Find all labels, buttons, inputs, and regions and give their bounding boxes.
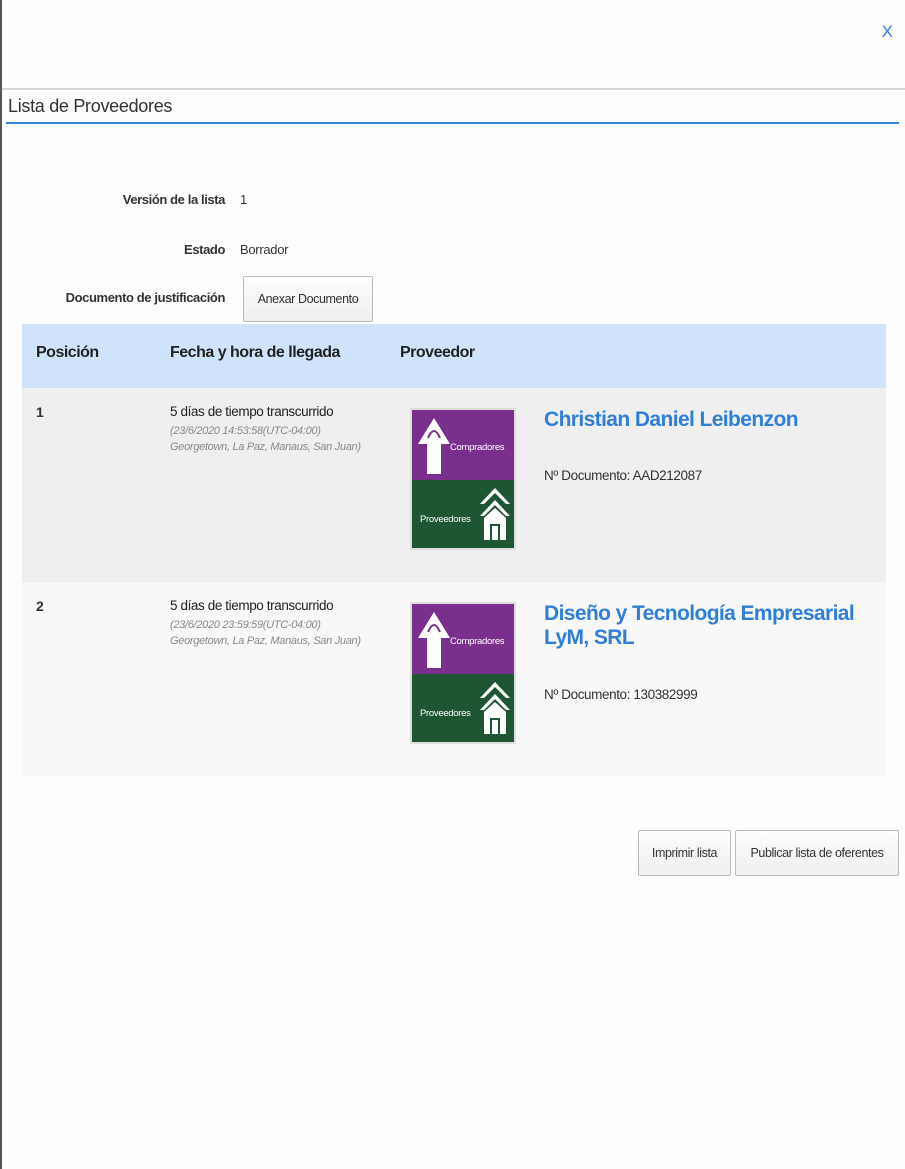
table-row: 2 5 días de tiempo transcurrido (23/6/20… — [22, 582, 886, 776]
row-timestamp: (23/6/2020 23:59:59(UTC-04:00) — [170, 619, 321, 631]
house-icon — [480, 488, 510, 540]
close-button[interactable]: X — [882, 22, 893, 42]
supplier-logo: Compradores Proveedores — [410, 602, 516, 744]
supplier-name-link[interactable]: Christian Daniel Leibenzon — [544, 408, 864, 432]
supplier-document: Nº Documento: 130382999 — [544, 687, 698, 702]
supplier-document: Nº Documento: AAD212087 — [544, 468, 702, 483]
header-divider — [2, 88, 905, 90]
version-value: 1 — [240, 192, 247, 207]
supplier-list-dialog: X Lista de Proveedores Versión de la lis… — [0, 0, 905, 1169]
publish-list-button[interactable]: Publicar lista de oferentes — [735, 830, 899, 876]
logo-top-label: Compradores — [450, 442, 505, 453]
supplier-name-link[interactable]: Diseño y Tecnología Empresarial LyM, SRL — [544, 602, 864, 650]
status-value: Borrador — [240, 242, 289, 257]
print-list-button[interactable]: Imprimir lista — [638, 830, 731, 876]
row-timezone: Georgetown, La Paz, Manaus, San Juan) — [170, 441, 361, 453]
arrow-up-icon — [418, 612, 450, 668]
attach-document-button[interactable]: Anexar Documento — [243, 276, 373, 322]
row-elapsed-time: 5 días de tiempo transcurrido — [170, 598, 334, 613]
version-label: Versión de la lista — [122, 192, 226, 207]
table-header: Posición Fecha y hora de llegada Proveed… — [22, 324, 886, 388]
row-position: 1 — [36, 404, 44, 420]
column-header-arrival: Fecha y hora de llegada — [170, 344, 340, 361]
column-header-position: Posición — [36, 344, 99, 361]
table-row: 1 5 días de tiempo transcurrido (23/6/20… — [22, 388, 886, 582]
status-label: Estado — [184, 242, 225, 257]
logo-top-label: Compradores — [450, 636, 505, 647]
arrow-up-icon — [418, 418, 450, 474]
title-underline — [6, 122, 899, 124]
column-header-supplier: Proveedor — [400, 344, 475, 361]
logo-bottom-label: Proveedores — [420, 514, 471, 525]
row-timezone: Georgetown, La Paz, Manaus, San Juan) — [170, 635, 361, 647]
row-timestamp: (23/6/2020 14:53:58(UTC-04:00) — [170, 425, 321, 437]
justification-label: Documento de justificación — [65, 290, 226, 305]
row-elapsed-time: 5 días de tiempo transcurrido — [170, 404, 334, 419]
suppliers-table: Posición Fecha y hora de llegada Proveed… — [22, 324, 886, 776]
row-position: 2 — [36, 598, 44, 614]
house-icon — [480, 682, 510, 734]
dialog-title: Lista de Proveedores — [8, 96, 173, 116]
supplier-logo: Compradores Proveedores — [410, 408, 516, 550]
logo-bottom-label: Proveedores — [420, 708, 471, 719]
